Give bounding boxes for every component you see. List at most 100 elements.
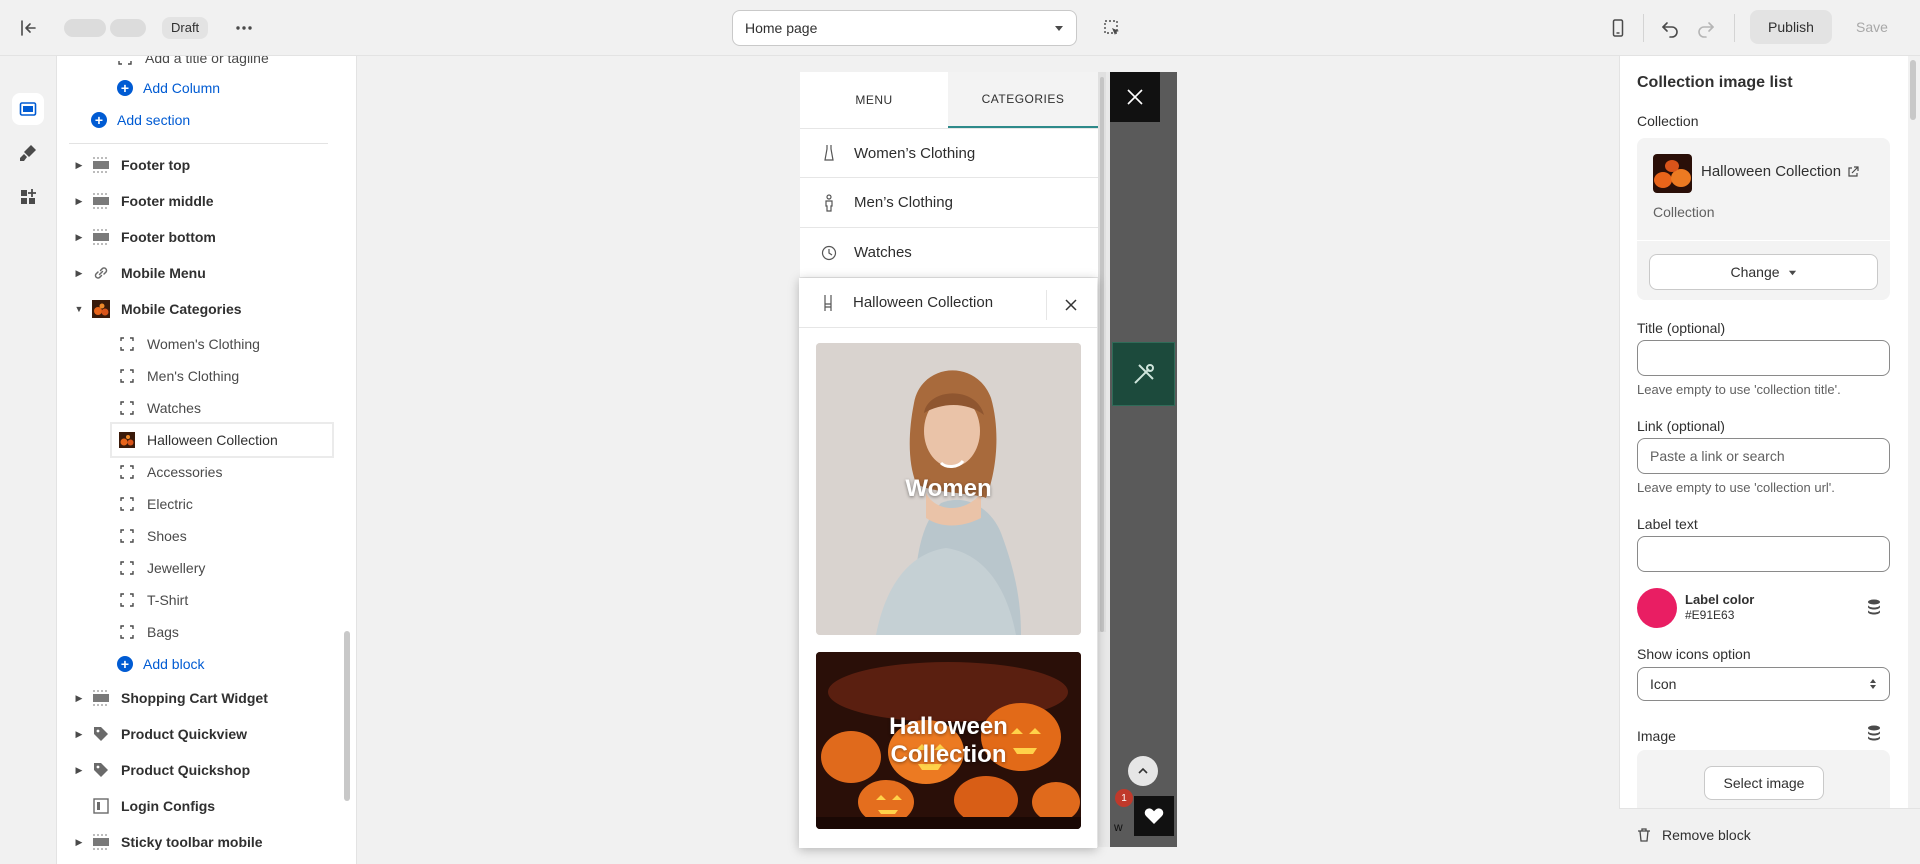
collection-name: Halloween Collection	[1701, 163, 1842, 180]
section-label: Mobile Categories	[121, 301, 242, 317]
page-selector[interactable]: Home page	[732, 10, 1077, 46]
top-bar: Draft Home page Publish Save	[0, 0, 1920, 56]
title-hint: Leave empty to use 'collection title'.	[1637, 382, 1841, 397]
divider	[1046, 290, 1047, 320]
block-label: Watches	[147, 400, 201, 416]
tab-categories[interactable]: CATEGORIES	[948, 72, 1098, 128]
scroll-top-icon[interactable]	[1128, 756, 1158, 786]
sidebar-block-shoes[interactable]: Shoes	[117, 520, 187, 552]
add-block-link[interactable]: + Add block	[117, 648, 204, 680]
collection-tile-halloween[interactable]: Halloween Collection	[816, 652, 1081, 829]
sections-sidebar: Add a title or tagline + Add Column + Ad…	[57, 56, 357, 864]
label-text-input[interactable]	[1637, 536, 1890, 572]
sidebar-block-watches[interactable]: Watches	[117, 392, 201, 424]
select-image-button[interactable]: Select image	[1704, 766, 1824, 800]
sidebar-section-shopping-cart-widget[interactable]: ▶ Shopping Cart Widget	[73, 682, 268, 714]
remove-block-label: Remove block	[1662, 827, 1751, 843]
sidebar-section-mobile-menu[interactable]: ▶ Mobile Menu	[73, 257, 206, 289]
layout-section-icon	[91, 227, 111, 247]
category-row-watches[interactable]: Watches	[800, 228, 1098, 278]
sidebar-section-login-configs[interactable]: Login Configs	[91, 790, 215, 822]
title-input[interactable]	[1637, 340, 1890, 376]
change-collection-button[interactable]: Change	[1649, 254, 1878, 290]
sidebar-section-product-quickview[interactable]: ▶ Product Quickview	[73, 718, 248, 750]
sidebar-section-footer-bottom[interactable]: ▶ Footer bottom	[73, 221, 216, 253]
link-input[interactable]: Paste a link or search	[1637, 438, 1890, 474]
change-label: Change	[1730, 264, 1780, 280]
add-column-link[interactable]: + Add Column	[117, 72, 220, 104]
tab-menu[interactable]: MENU	[800, 72, 948, 128]
section-label: Sticky toolbar mobile	[121, 834, 263, 850]
close-drawer-icon[interactable]	[1110, 72, 1160, 122]
block-icon	[117, 334, 137, 354]
save-button[interactable]: Save	[1852, 10, 1892, 44]
category-row-mens-clothing[interactable]: Men’s Clothing	[800, 178, 1098, 228]
dynamic-source-icon[interactable]	[1865, 724, 1883, 742]
link-field-label: Link (optional)	[1637, 418, 1725, 434]
toolbar-divider	[1643, 14, 1644, 42]
block-label: Women's Clothing	[147, 336, 260, 352]
close-popup-icon[interactable]	[1057, 291, 1085, 319]
dynamic-source-icon[interactable]	[1865, 598, 1883, 616]
halloween-thumb-icon	[91, 299, 111, 319]
sidebar-section-footer-middle[interactable]: ▶ Footer middle	[73, 185, 214, 217]
wishlist-count-badge: 1	[1115, 789, 1133, 807]
sidebar-section-product-quickshop[interactable]: ▶ Product Quickshop	[73, 754, 251, 786]
layout-section-icon	[91, 191, 111, 211]
dress-icon	[820, 144, 838, 162]
sidebar-scrollbar[interactable]	[344, 631, 350, 801]
panel-scrollbar[interactable]	[1910, 60, 1916, 120]
block-label: Bags	[147, 624, 179, 640]
collection-card: Halloween Collection Collection Change	[1637, 138, 1890, 300]
block-icon	[117, 462, 137, 482]
label-color-swatch[interactable]	[1637, 588, 1677, 628]
sidebar-block-womens-clothing[interactable]: Women's Clothing	[117, 328, 260, 360]
sidebar-block-halloween-collection[interactable]: Halloween Collection	[110, 422, 334, 458]
toolbar-divider	[1734, 14, 1735, 42]
redo-icon[interactable]	[1690, 12, 1722, 44]
sidebar-block-t-shirt[interactable]: T-Shirt	[117, 584, 188, 616]
exit-editor-icon[interactable]	[12, 12, 44, 44]
sidebar-block-jewellery[interactable]: Jewellery	[117, 552, 205, 584]
chevron-right-icon: ▶	[75, 231, 83, 242]
theme-settings-icon[interactable]	[12, 137, 44, 169]
more-actions-icon[interactable]	[228, 12, 260, 44]
app-embeds-icon[interactable]	[12, 181, 44, 213]
divider	[69, 143, 328, 144]
mobile-preview-icon[interactable]	[1602, 12, 1634, 44]
caret-down-icon	[1054, 23, 1064, 33]
sidebar-section-mobile-categories[interactable]: ▼ Mobile Categories	[73, 293, 242, 325]
undo-icon[interactable]	[1654, 12, 1686, 44]
section-label: Product Quickshop	[121, 762, 251, 778]
drawer-overlay[interactable]: 1 w	[1110, 72, 1177, 847]
chevron-right-icon: ▶	[75, 728, 83, 739]
sections-icon[interactable]	[12, 93, 44, 125]
category-row-womens-clothing[interactable]: Women’s Clothing	[800, 128, 1098, 178]
publish-button[interactable]: Publish	[1750, 10, 1832, 44]
remove-block-button[interactable]: Remove block	[1636, 827, 1751, 843]
popup-title: Halloween Collection	[853, 294, 994, 311]
collection-tile-women[interactable]: Women	[816, 343, 1081, 635]
external-link-icon	[1847, 165, 1859, 178]
add-section-link[interactable]: + Add section	[91, 104, 190, 136]
label-text-field-label: Label text	[1637, 516, 1698, 532]
sidebar-section-footer-top[interactable]: ▶ Footer top	[73, 149, 191, 181]
label-color-label: Label color	[1685, 592, 1755, 607]
sidebar-section-sticky-toolbar-mobile[interactable]: ▶ Sticky toolbar mobile	[73, 826, 263, 858]
sidebar-block-electric[interactable]: Electric	[117, 488, 193, 520]
sidebar-block-mens-clothing[interactable]: Men's Clothing	[117, 360, 239, 392]
collection-subtitle: Collection	[1653, 204, 1715, 220]
sidebar-block-bags[interactable]: Bags	[117, 616, 179, 648]
inspector-select-icon[interactable]	[1096, 12, 1128, 44]
wishlist-heart-icon[interactable]	[1134, 796, 1174, 836]
sidebar-block-accessories[interactable]: Accessories	[117, 456, 222, 488]
drawer-scrollbar[interactable]	[1100, 77, 1104, 632]
icons-option-select[interactable]: Icon	[1637, 667, 1890, 701]
block-label: Shoes	[147, 528, 187, 544]
chevron-down-icon: ▼	[74, 304, 84, 314]
section-label: Login Configs	[121, 798, 216, 814]
image-picker-area: Select image	[1637, 750, 1890, 808]
link-icon	[91, 263, 111, 283]
collection-link[interactable]: Halloween Collection	[1701, 163, 1859, 180]
left-rail	[0, 56, 57, 864]
